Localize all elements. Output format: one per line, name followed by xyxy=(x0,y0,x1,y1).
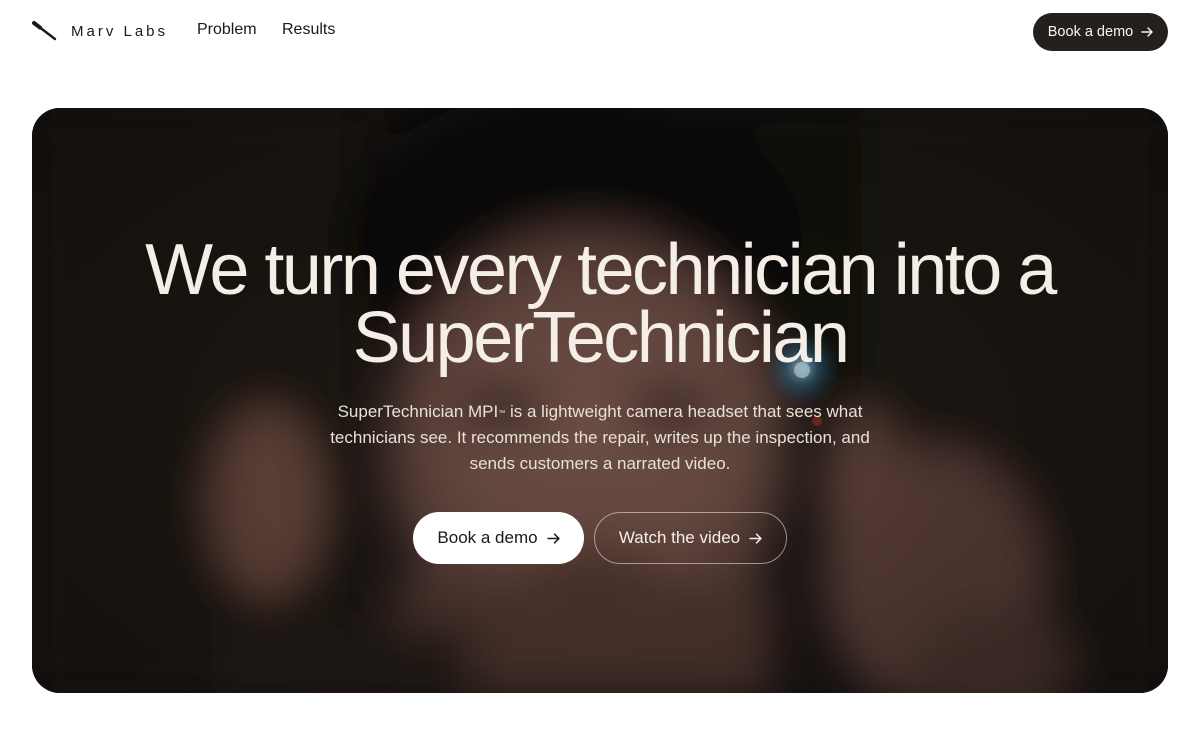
arrow-right-icon xyxy=(546,532,560,544)
brand-name: Marv Labs xyxy=(71,22,169,40)
nav-book-demo-label: Book a demo xyxy=(1047,24,1134,40)
hero-subtitle: SuperTechnician MPI™ is a lightweight ca… xyxy=(325,399,875,477)
hero-watch-video-label: Watch the video xyxy=(618,528,741,547)
arrow-right-icon xyxy=(1141,27,1153,37)
nav-link-problem[interactable]: Problem xyxy=(197,21,257,39)
hero-section: We turn every technician into a SuperTec… xyxy=(32,108,1168,693)
nav-link-results[interactable]: Results xyxy=(282,21,335,39)
hero-watch-video-button[interactable]: Watch the video xyxy=(594,512,787,564)
diagonal-line-logo-icon xyxy=(32,21,57,41)
nav-book-demo-button[interactable]: Book a demo xyxy=(1033,13,1168,51)
hero-title: We turn every technician into a SuperTec… xyxy=(32,234,1168,374)
hero-book-demo-label: Book a demo xyxy=(437,528,538,547)
product-name: SuperTechnician MPI xyxy=(337,402,499,421)
hero-title-line-2: SuperTechnician xyxy=(352,298,850,378)
hero-book-demo-button[interactable]: Book a demo xyxy=(413,512,584,564)
top-nav: Marv Labs Problem Results Book a demo xyxy=(0,0,1200,64)
logo[interactable]: Marv Labs xyxy=(32,20,168,42)
arrow-right-icon xyxy=(749,532,762,544)
trademark-mark: ™ xyxy=(498,410,506,417)
